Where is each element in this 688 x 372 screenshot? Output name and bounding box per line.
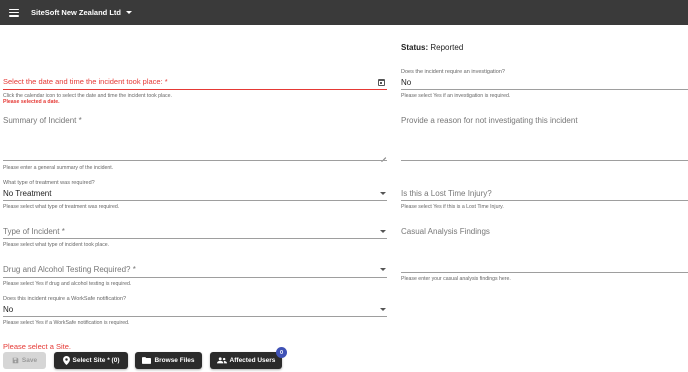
chevron-down-icon (380, 308, 386, 311)
location-pin-icon (62, 356, 70, 365)
incident-type-select[interactable] (3, 225, 387, 238)
hamburger-menu-icon[interactable] (9, 8, 19, 17)
incident-date-field[interactable] (3, 76, 387, 89)
organisation-name: SiteSoft New Zealand Ltd (31, 8, 122, 17)
browse-files-label: Browse Files (154, 357, 195, 364)
users-icon (216, 357, 227, 364)
status-text: Status: Reported (401, 43, 463, 52)
lost-time-helper: Please select Yes if this is a Lost Time… (401, 204, 504, 210)
treatment-underline (3, 200, 387, 201)
worksafe-label: Does this incident require a WorkSafe no… (3, 296, 127, 302)
status-label: Status: (401, 43, 429, 52)
investigation-label: Does the incident require an investigati… (401, 69, 505, 75)
save-button[interactable]: Save (3, 352, 46, 369)
drug-testing-select[interactable] (3, 263, 387, 276)
lost-time-underline (401, 200, 688, 201)
investigation-helper: Please select Yes if an investigation is… (401, 93, 511, 99)
lost-time-select[interactable] (401, 187, 688, 200)
chevron-down-icon (126, 11, 133, 14)
organisation-selector[interactable]: SiteSoft New Zealand Ltd (31, 8, 133, 17)
affected-users-button[interactable]: Affected Users (210, 352, 282, 369)
app-header: SiteSoft New Zealand Ltd (0, 0, 688, 25)
browse-files-button[interactable]: Browse Files (135, 352, 202, 369)
drug-testing-underline (3, 277, 387, 278)
treatment-helper: Please select what type of treatment was… (3, 204, 120, 210)
summary-underline (3, 160, 387, 161)
casual-analysis-textarea[interactable] (401, 225, 688, 272)
drug-testing-helper: Please select Yes if drug and alcohol te… (3, 281, 132, 287)
incident-type-helper: Please select what type of incident took… (3, 242, 110, 248)
affected-users-label: Affected Users (229, 357, 276, 364)
no-investigation-reason-textarea[interactable] (401, 114, 688, 160)
chevron-down-icon (380, 230, 386, 233)
save-label: Save (21, 357, 38, 364)
treatment-select[interactable] (3, 187, 387, 200)
summary-textarea[interactable] (3, 114, 387, 160)
select-site-button[interactable]: Select Site * (0) (54, 352, 128, 369)
status-value: Reported (430, 43, 464, 52)
chevron-down-icon (380, 192, 386, 195)
no-investigation-reason-underline (401, 160, 688, 161)
chevron-down-icon (380, 268, 386, 271)
site-error: Please select a Site. (3, 342, 71, 351)
casual-analysis-underline (401, 272, 688, 273)
treatment-label: What type of treatment was required? (3, 180, 95, 186)
incident-type-underline (3, 238, 387, 239)
investigation-select[interactable] (401, 76, 688, 89)
incident-date-error: Please selected a date. (3, 99, 60, 105)
summary-helper: Please enter a general summary of the in… (3, 165, 114, 171)
worksafe-helper: Please select Yes if a WorkSafe notifica… (3, 320, 130, 326)
investigation-underline (401, 89, 688, 90)
resize-grip-icon[interactable] (381, 153, 386, 158)
affected-users-count-badge: 0 (276, 347, 287, 358)
worksafe-select[interactable] (3, 303, 387, 316)
select-site-label: Select Site * (0) (72, 357, 120, 364)
incident-date-underline (3, 89, 387, 90)
calendar-icon[interactable] (378, 79, 385, 86)
folder-icon (142, 357, 152, 364)
save-icon (12, 357, 19, 364)
casual-analysis-helper: Please enter your casual analysis findin… (401, 276, 511, 282)
worksafe-underline (3, 316, 387, 317)
